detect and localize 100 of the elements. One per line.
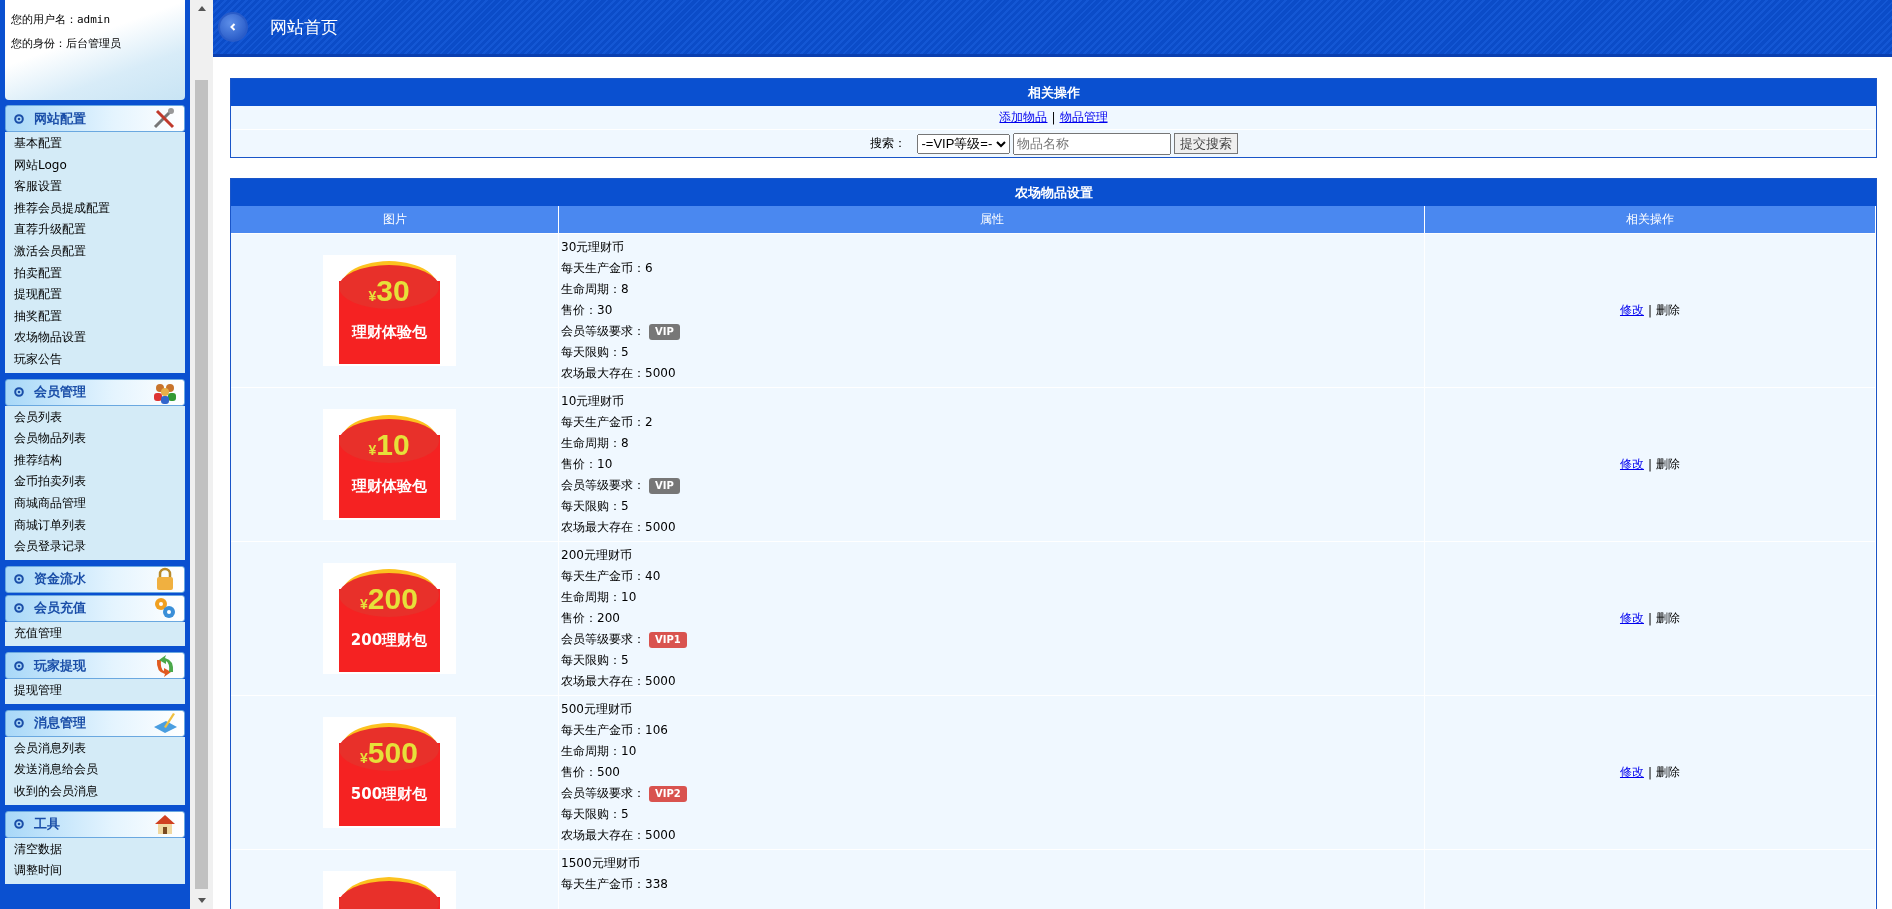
user-info-text: 您的身份：后台管理员 xyxy=(11,36,122,52)
menu-group-title: 会员管理 xyxy=(34,383,87,402)
menu-item[interactable]: 客服设置 xyxy=(5,176,185,198)
menu-item[interactable]: 激活会员配置 xyxy=(5,240,185,263)
bullet-icon xyxy=(14,603,24,614)
menu-item[interactable]: 提现配置 xyxy=(5,284,185,306)
menu-item[interactable]: 玩家公告 xyxy=(5,348,185,371)
item-attribute: 每天生产金币：40 xyxy=(561,568,662,585)
menu-item[interactable]: 拍卖配置 xyxy=(5,262,185,285)
menu-item[interactable]: 推荐会员提成配置 xyxy=(5,197,185,220)
menu-group-header[interactable]: 消息管理 xyxy=(5,709,185,737)
item-attribute: 农场最大存在：5000 xyxy=(561,827,677,844)
menu-group-header[interactable]: 会员充值 xyxy=(5,594,185,622)
item-attribute: 每天限购：5 xyxy=(561,498,630,515)
menu-item[interactable]: 基本配置 xyxy=(5,133,185,155)
item-name: 1500元理财币 xyxy=(561,855,641,872)
menu-item[interactable]: 会员物品列表 xyxy=(5,428,185,450)
gears-icon xyxy=(152,596,178,621)
edit-link[interactable]: 修改 xyxy=(1619,302,1644,319)
bullet-icon xyxy=(14,819,24,830)
edit-link[interactable]: 修改 xyxy=(1619,764,1644,781)
menu-item[interactable]: 会员登录记录 xyxy=(5,536,185,558)
item-attribute: 售价：10 xyxy=(561,456,614,473)
item-name: 500元理财币 xyxy=(561,701,633,718)
menu-item[interactable]: 直荐升级配置 xyxy=(5,219,185,241)
separator-text: | xyxy=(1647,765,1652,780)
user-info-text: 您的用户名：admin xyxy=(11,12,112,28)
envelope-image: ¥10 理财体验包 xyxy=(323,409,456,520)
attribute-label: 会员等级要求： xyxy=(561,785,645,802)
edit-link[interactable]: 修改 xyxy=(1619,610,1644,627)
vip-level-select[interactable]: -=VIP等级=- xyxy=(916,133,1010,154)
delete-link[interactable]: 删除 xyxy=(1656,764,1680,781)
delete-link[interactable]: 删除 xyxy=(1656,302,1680,319)
item-attribute: 售价：30 xyxy=(561,302,614,319)
chevron-left-icon xyxy=(228,22,238,32)
submit-search-button[interactable]: 提交搜索 xyxy=(1173,133,1238,154)
item-attribute: 售价：500 xyxy=(561,764,621,781)
menu-item[interactable]: 收到的会员消息 xyxy=(5,781,185,803)
panel-title: 相关操作 xyxy=(231,79,1876,106)
back-button[interactable] xyxy=(218,12,248,42)
menu-item[interactable]: 提现管理 xyxy=(5,680,185,702)
bullet-icon xyxy=(14,718,24,729)
separator-text: | xyxy=(1647,611,1652,626)
menu-item[interactable]: 金币拍卖列表 xyxy=(5,471,185,493)
delete-link[interactable]: 删除 xyxy=(1656,456,1680,473)
item-attribute: 每天生产金币：2 xyxy=(561,414,654,431)
menu-group-title: 会员充值 xyxy=(34,599,87,618)
attribute-label: 会员等级要求： xyxy=(561,477,645,494)
menu-group-title: 消息管理 xyxy=(34,714,87,733)
menu-item[interactable]: 商城商品管理 xyxy=(5,492,185,515)
scroll-up-icon[interactable] xyxy=(197,5,206,11)
envelope-image: ¥30 理财体验包 xyxy=(323,255,456,366)
item-attribute: 每天生产金币：6 xyxy=(561,260,654,277)
separator-text: | xyxy=(1647,303,1652,318)
menu-item[interactable]: 商城订单列表 xyxy=(5,514,185,537)
menu-item[interactable]: 调整时间 xyxy=(5,860,185,882)
envelope-image: ¥200 200理财包 xyxy=(323,563,456,674)
item-management-link[interactable]: 物品管理 xyxy=(1059,109,1108,126)
menu-item[interactable]: 会员列表 xyxy=(5,406,185,429)
item-attribute: 农场最大存在：5000 xyxy=(561,365,677,382)
add-item-link[interactable]: 添加物品 xyxy=(999,109,1048,126)
separator-text: | xyxy=(1647,457,1652,472)
delete-link[interactable]: 删除 xyxy=(1656,610,1680,627)
menu-item[interactable]: 充值管理 xyxy=(5,622,185,645)
vip-level-badge: VIP1 xyxy=(649,631,687,648)
menu-group-title: 工具 xyxy=(34,815,61,834)
vip-level-badge: VIP2 xyxy=(649,785,687,802)
search-label: 搜索： xyxy=(869,135,906,152)
menu-group-header[interactable]: 网站配置 xyxy=(5,105,185,132)
item-attribute: 每天生产金币：338 xyxy=(561,876,669,893)
edit-link[interactable]: 修改 xyxy=(1619,456,1644,473)
page-title: 网站首页 xyxy=(270,15,338,39)
menu-group-header[interactable]: 玩家提现 xyxy=(5,652,185,680)
menu-item[interactable]: 抽奖配置 xyxy=(5,305,185,328)
table-title: 农场物品设置 xyxy=(231,179,1876,206)
menu-item[interactable]: 农场物品设置 xyxy=(5,327,185,349)
item-attribute: 每天限购：5 xyxy=(561,806,630,823)
menu-group-header[interactable]: 资金流水 xyxy=(5,565,185,593)
bullet-icon xyxy=(14,113,24,124)
menu-item[interactable]: 网站Logo xyxy=(5,154,185,177)
menu-group-header[interactable]: 工具 xyxy=(5,810,185,838)
item-name-field[interactable]: 物品名称 xyxy=(1012,132,1171,155)
attribute-label: 会员等级要求： xyxy=(561,631,645,648)
item-attribute: 每天生产金币：106 xyxy=(561,722,669,739)
item-attribute: 每天限购：5 xyxy=(561,344,630,361)
menu-item[interactable]: 清空数据 xyxy=(5,838,185,861)
menu-item[interactable]: 推荐结构 xyxy=(5,449,185,472)
vip-level-badge: VIP xyxy=(649,323,680,340)
menu-group-title: 网站配置 xyxy=(34,109,87,128)
item-attribute: 生命周期：8 xyxy=(561,435,630,452)
scrollbar[interactable] xyxy=(190,0,213,909)
menu-group-header[interactable]: 会员管理 xyxy=(5,378,185,406)
item-name: 10元理财币 xyxy=(561,393,626,410)
item-name: 200元理财币 xyxy=(561,547,633,564)
scroll-down-icon[interactable] xyxy=(197,898,206,904)
menu-item[interactable]: 会员消息列表 xyxy=(5,737,185,760)
envelope-image: ¥500 500理财包 xyxy=(323,717,456,828)
item-attribute: 每天限购：5 xyxy=(561,652,630,669)
menu-item[interactable]: 发送消息给会员 xyxy=(5,759,185,782)
item-attribute: 生命周期：10 xyxy=(561,589,638,606)
